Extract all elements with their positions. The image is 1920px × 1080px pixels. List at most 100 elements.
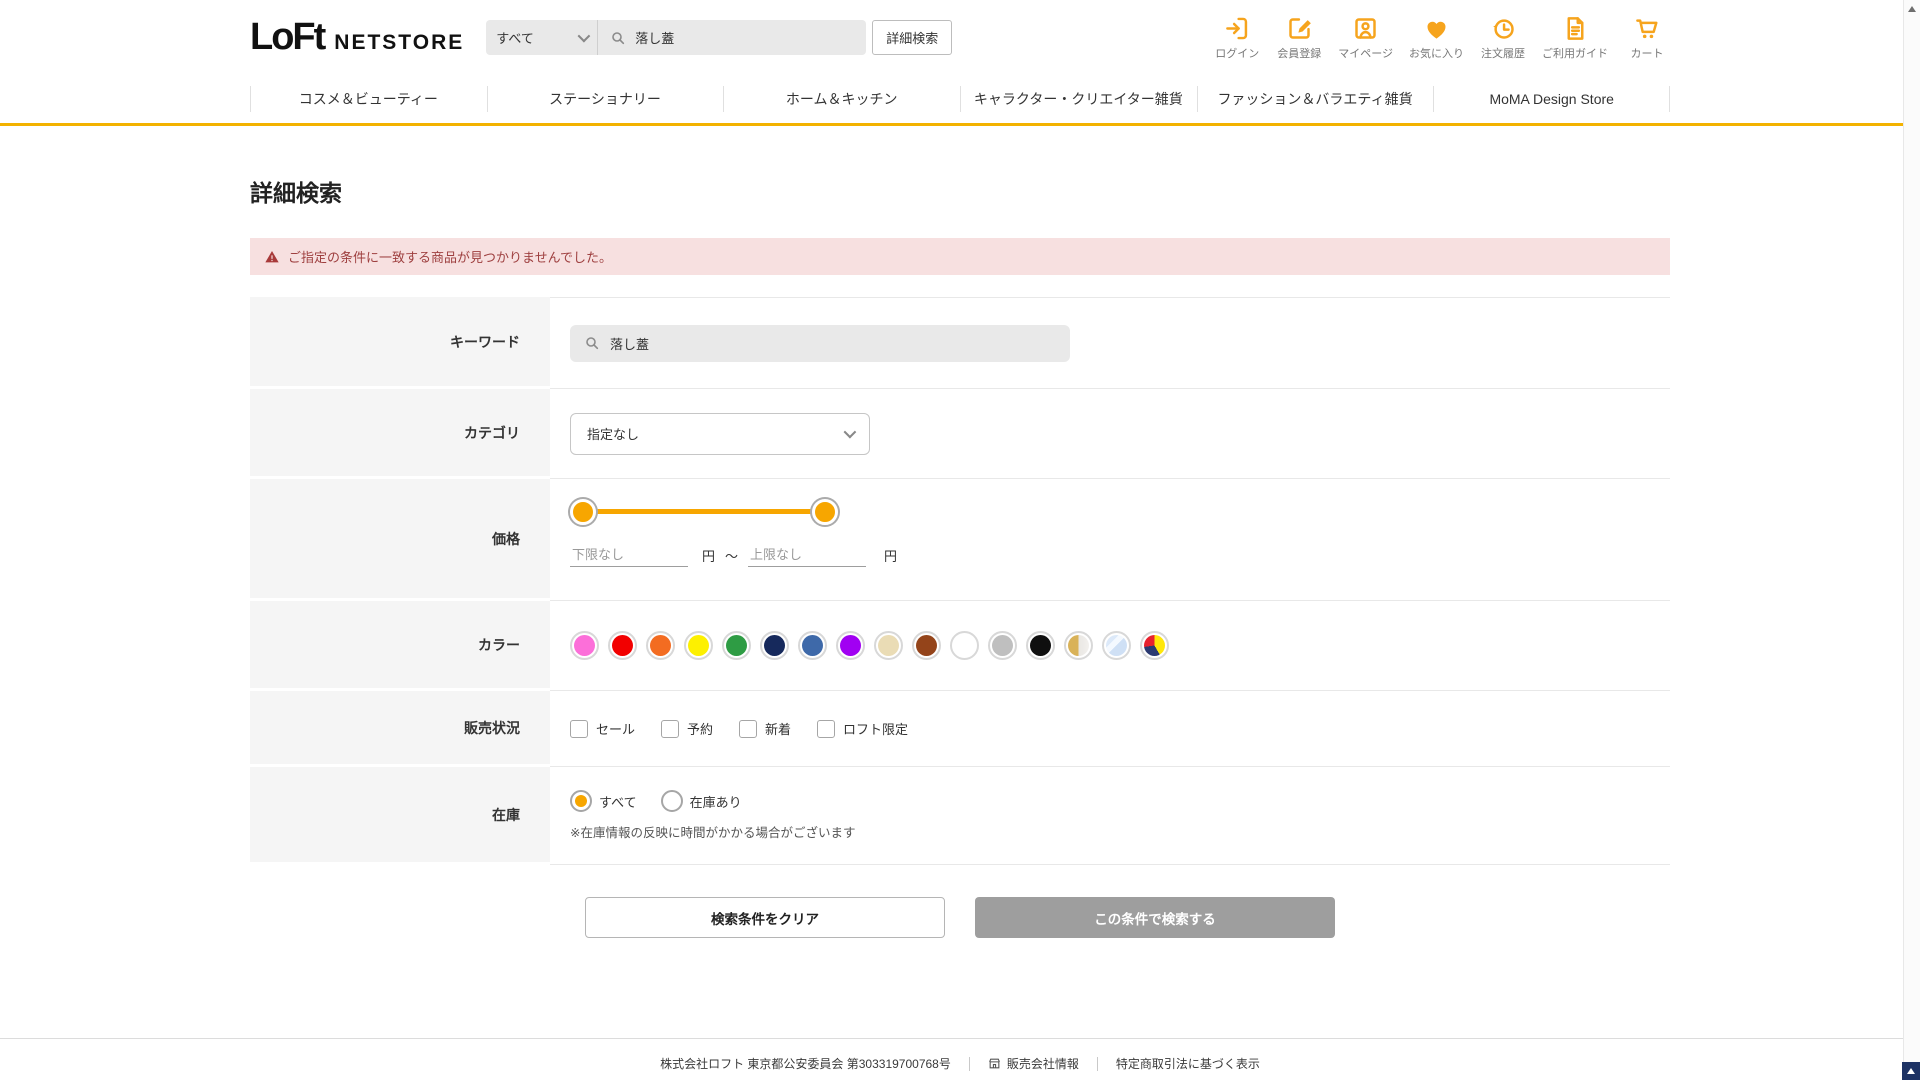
vertical-scrollbar[interactable] xyxy=(1903,0,1920,1080)
store-icon xyxy=(988,1058,1000,1069)
price-range-slider xyxy=(570,499,838,525)
price-min-input[interactable] xyxy=(570,543,688,567)
order-history-icon xyxy=(1492,18,1514,39)
register-link[interactable]: 会員登録 xyxy=(1276,15,1322,61)
nav-item-moma[interactable]: MoMA Design Store xyxy=(1433,75,1670,123)
price-max-handle[interactable] xyxy=(812,499,838,525)
color-swatch-yellow[interactable] xyxy=(684,631,713,660)
checkbox-box xyxy=(817,719,836,738)
checkbox-label: ロフト限定 xyxy=(843,722,909,737)
swatch-fill xyxy=(612,635,633,656)
color-swatch-purple[interactable] xyxy=(836,631,865,660)
color-swatch-navy[interactable] xyxy=(760,631,789,660)
scrollbar-up-arrow-icon[interactable] xyxy=(1908,6,1916,12)
favorites-link[interactable]: お気に入り xyxy=(1409,15,1464,61)
nav-item-home-kitchen[interactable]: ホーム＆キッチン xyxy=(723,75,960,123)
guide-label: ご利用ガイド xyxy=(1542,47,1608,60)
swatch-fill xyxy=(878,635,899,656)
clear-conditions-button[interactable]: 検索条件をクリア xyxy=(585,897,945,938)
color-swatch-beige[interactable] xyxy=(874,631,903,660)
chevron-down-icon xyxy=(577,29,591,43)
cart-label: カート xyxy=(1630,47,1664,60)
color-swatch-black[interactable] xyxy=(1026,631,1055,660)
nav-item-stationery[interactable]: ステーショナリー xyxy=(486,75,724,123)
order-history-link[interactable]: 注文履歴 xyxy=(1480,15,1526,61)
mypage-link[interactable]: マイページ xyxy=(1338,15,1393,61)
category-select[interactable]: 指定なし xyxy=(570,412,870,455)
site-header: LoFt NETSTORE すべて 詳細検索 ログイン 会員登録 xyxy=(0,0,1920,75)
checkbox-box xyxy=(739,719,758,738)
swatch-fill xyxy=(726,635,747,656)
nav-item-character-creator[interactable]: キャラクター・クリエイター雑貨 xyxy=(960,75,1197,123)
form-actions: 検索条件をクリア この条件で検索する xyxy=(250,897,1670,938)
header-search-input[interactable] xyxy=(635,30,855,45)
swatch-fill xyxy=(954,635,975,656)
radio-all[interactable]: すべて xyxy=(570,790,637,812)
swatch-fill xyxy=(688,635,709,656)
checkbox-label: セール xyxy=(596,722,636,737)
price-min-handle[interactable] xyxy=(570,499,596,525)
radio-button xyxy=(660,790,683,812)
category-nav: コスメ＆ビューティー ステーショナリー ホーム＆キッチン キャラクター・クリエイ… xyxy=(0,75,1920,126)
main-content: 詳細検索 ご指定の条件に一致する商品が見つかりませんでした。 キーワード カテゴ… xyxy=(250,174,1670,938)
color-swatch-multicolor[interactable] xyxy=(1140,631,1169,660)
logo-secondary-text: NETSTORE xyxy=(334,31,465,54)
favorites-label: お気に入り xyxy=(1409,47,1464,60)
checkbox-loft-limited[interactable]: ロフト限定 xyxy=(817,719,908,738)
header-search-bar: すべて xyxy=(486,20,867,55)
color-swatch-gold-silver[interactable] xyxy=(1064,631,1093,660)
color-swatch-blue[interactable] xyxy=(798,631,827,660)
keyword-row: キーワード xyxy=(250,297,1670,389)
color-swatch-pink[interactable] xyxy=(570,631,599,660)
sales-status-options: セール 予約 新着 ロフト限定 xyxy=(570,719,1670,738)
price-inputs: 円 ～ 円 xyxy=(570,543,1670,567)
guide-link[interactable]: ご利用ガイド xyxy=(1542,15,1608,61)
color-swatch-white[interactable] xyxy=(950,631,979,660)
stock-label: 在庫 xyxy=(250,767,550,865)
color-swatch-orange[interactable] xyxy=(646,631,675,660)
keyword-label: キーワード xyxy=(250,297,550,389)
color-swatch-gray[interactable] xyxy=(988,631,1017,660)
radio-button-selected xyxy=(570,790,592,812)
color-swatch-green[interactable] xyxy=(722,631,751,660)
swatch-fill xyxy=(1030,635,1051,656)
checkbox-label: 予約 xyxy=(687,722,714,737)
search-category-select[interactable]: すべて xyxy=(486,20,599,55)
price-label: 価格 xyxy=(250,479,550,601)
price-max-input[interactable] xyxy=(748,543,867,567)
color-swatch-brown[interactable] xyxy=(912,631,941,660)
swatch-fill xyxy=(840,635,861,656)
register-icon xyxy=(1288,17,1311,39)
no-results-alert: ご指定の条件に一致する商品が見つかりませんでした。 xyxy=(250,238,1670,275)
login-link[interactable]: ログイン xyxy=(1214,15,1260,61)
keyword-field xyxy=(570,324,1070,362)
cart-link[interactable]: カート xyxy=(1624,15,1670,61)
category-label: カテゴリ xyxy=(250,389,550,479)
advanced-search-button[interactable]: 詳細検索 xyxy=(872,20,953,55)
swatch-fill xyxy=(1144,635,1165,656)
register-label: 会員登録 xyxy=(1277,47,1322,60)
checkbox-reservation[interactable]: 予約 xyxy=(661,719,713,738)
color-swatch-red[interactable] xyxy=(608,631,637,660)
radio-in-stock[interactable]: 在庫あり xyxy=(660,790,742,812)
nav-item-fashion-variety[interactable]: ファッション＆バラエティ雑貨 xyxy=(1196,75,1434,123)
checkbox-sale[interactable]: セール xyxy=(570,719,635,738)
page-top-button[interactable] xyxy=(1902,1062,1920,1080)
swatch-fill xyxy=(992,635,1013,656)
price-min-unit: 円 xyxy=(702,548,716,564)
header-quick-links: ログイン 会員登録 マイページ お気に入り 注文履歴 ご利用ガイド カート xyxy=(1214,15,1670,61)
footer-seller-info-link[interactable]: 販売会社情報 xyxy=(988,1055,1079,1072)
footer-divider xyxy=(1096,1056,1098,1071)
login-label: ログイン xyxy=(1215,47,1260,60)
color-swatch-clear[interactable] xyxy=(1102,631,1131,660)
category-row: カテゴリ 指定なし xyxy=(250,389,1670,479)
footer-commerce-law-link[interactable]: 特定商取引法に基づく表示 xyxy=(1116,1055,1260,1072)
nav-item-cosme-beauty[interactable]: コスメ＆ビューティー xyxy=(250,75,487,123)
loft-logo[interactable]: LoFt NETSTORE xyxy=(250,16,464,59)
site-footer: 株式会社ロフト 東京都公安委員会 第303319700768号 販売会社情報 特… xyxy=(0,1038,1920,1080)
keyword-input[interactable] xyxy=(610,335,1056,351)
checkbox-new[interactable]: 新着 xyxy=(739,719,791,738)
search-with-conditions-button[interactable]: この条件で検索する xyxy=(975,897,1335,938)
slider-track xyxy=(582,509,826,514)
footer-commerce-law-label: 特定商取引法に基づく表示 xyxy=(1115,1057,1260,1071)
